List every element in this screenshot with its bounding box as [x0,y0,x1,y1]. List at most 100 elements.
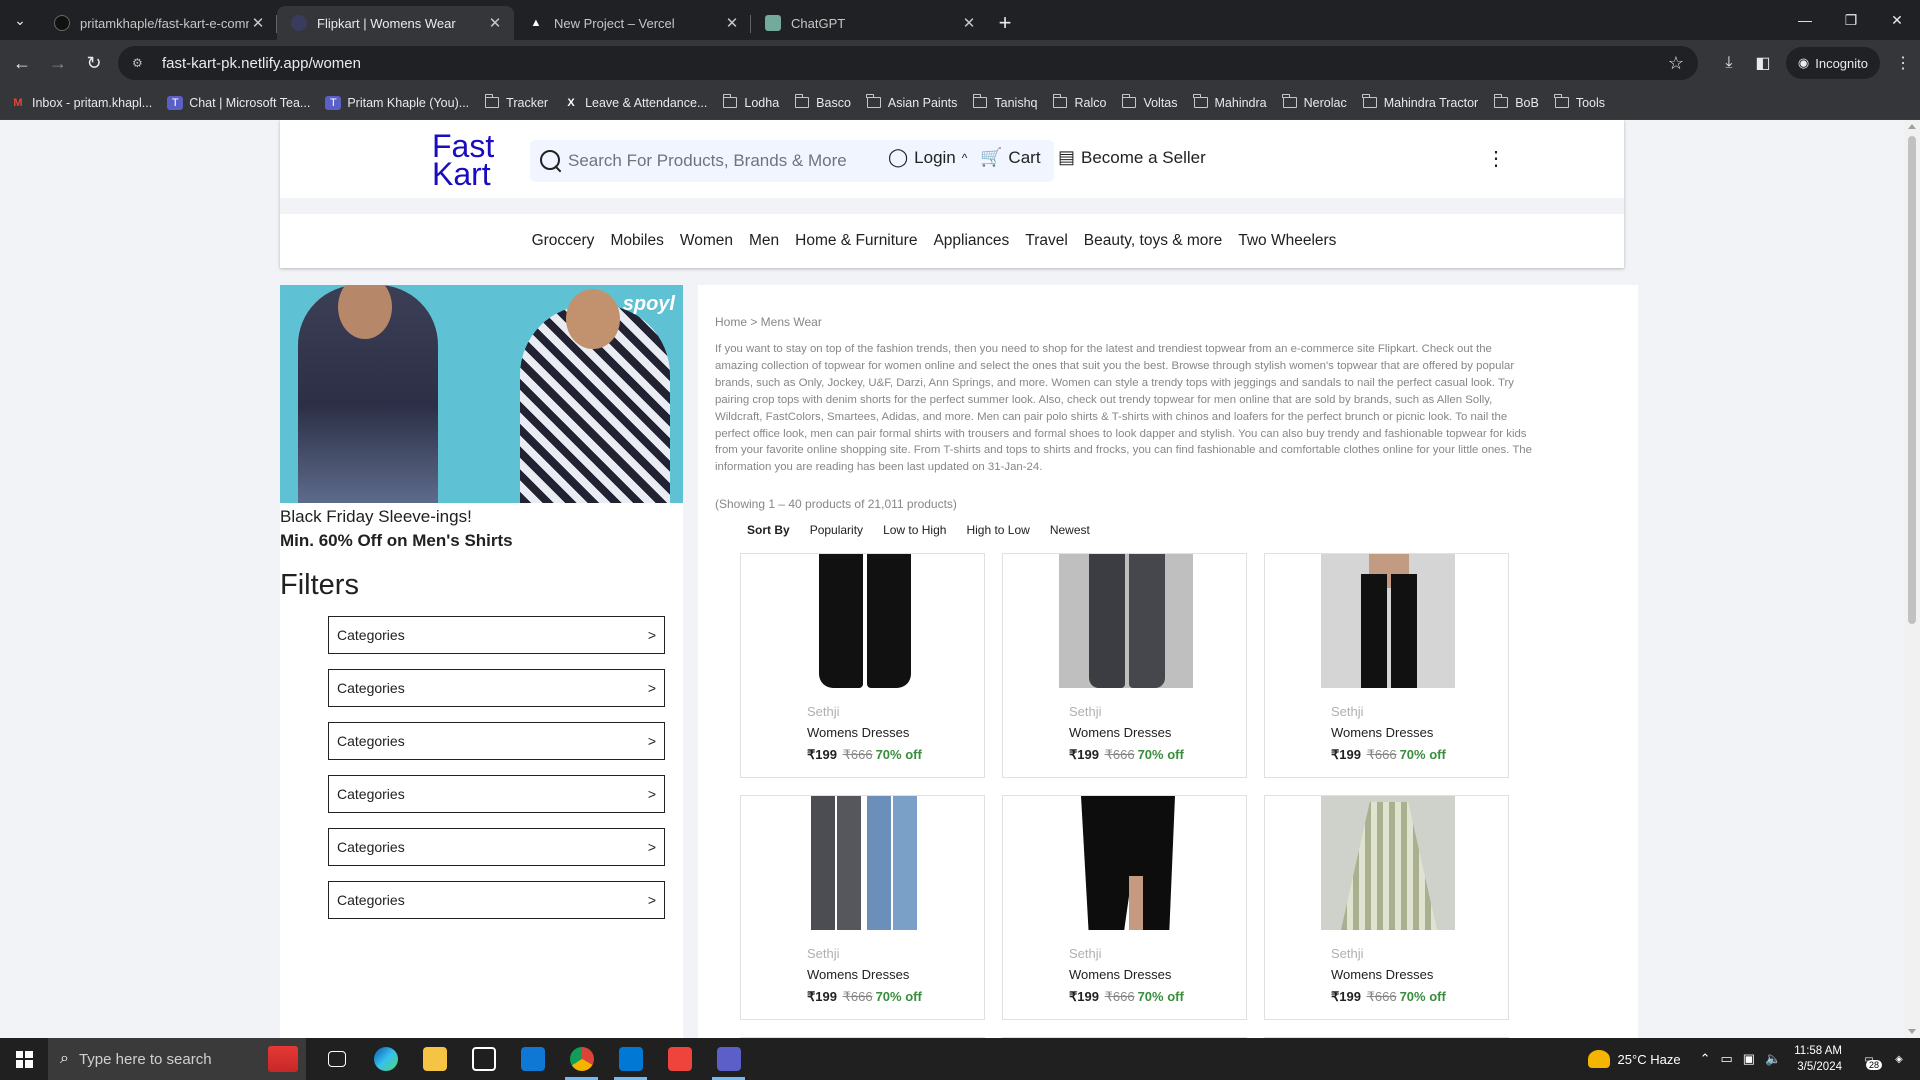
side-panel-icon[interactable]: ◧ [1746,46,1780,80]
search-box[interactable] [530,140,1054,182]
fastkart-logo[interactable]: Fast Kart [432,130,502,190]
bookmark-star-icon[interactable]: ☆ [1668,53,1684,74]
taskbar-vscode[interactable] [606,1038,655,1080]
product-name[interactable]: Womens Dresses [1069,725,1171,740]
product-card[interactable]: Sethji Womens Dresses ₹199 ₹666 70% off [1002,553,1247,778]
filter-categories-button[interactable]: Categories > [328,669,665,707]
product-card[interactable]: Sethji Womens Dresses ₹199 ₹666 70% off [740,795,985,1020]
bookmark-item[interactable]: Lodha [722,94,779,110]
close-tab-icon[interactable]: ✕ [486,14,504,32]
page-scrollbar[interactable] [1904,120,1920,1038]
product-card[interactable]: Sethji Womens Dresses ₹199 ₹666 70% off [740,553,985,778]
nav-category[interactable]: Two Wheelers [1238,232,1336,250]
breadcrumb[interactable]: Home > Mens Wear [715,315,822,329]
taskbar-mail[interactable] [508,1038,557,1080]
product-image[interactable] [1321,554,1455,688]
nav-category[interactable]: Mobiles [610,232,663,250]
filter-categories-button[interactable]: Categories > [328,828,665,866]
sort-popularity[interactable]: Popularity [810,523,863,537]
nav-category[interactable]: Home & Furniture [795,232,917,250]
bookmark-item[interactable]: X Leave & Attendance... [563,96,707,110]
promo-banner[interactable]: spoyl [280,285,683,503]
product-card[interactable]: Sethji Womens Dresses ₹199 ₹666 70% off [1264,553,1509,778]
sort-newest[interactable]: Newest [1050,523,1090,537]
cart-button[interactable]: 🛒 Cart [980,147,1041,168]
nav-category[interactable]: Beauty, toys & more [1084,232,1222,250]
product-name[interactable]: Womens Dresses [1069,967,1171,982]
bookmark-item[interactable]: Basco [794,94,851,110]
product-image[interactable] [797,554,931,688]
tab-flipkart[interactable]: Flipkart | Womens Wear ✕ [277,6,514,40]
download-icon[interactable]: ⤓ [1712,46,1746,80]
site-info-icon[interactable]: ⚙ [132,56,154,70]
bookmark-item[interactable]: BoB [1493,94,1539,110]
nav-category[interactable]: Men [749,232,779,250]
nav-category[interactable]: Groccery [532,232,595,250]
chevron-up-icon[interactable]: ⌃ [1700,1051,1711,1067]
bookmark-item[interactable]: T Pritam Khaple (You)... [325,95,469,110]
become-seller-button[interactable]: ▤ Become a Seller [1058,147,1206,168]
tab-chatgpt[interactable]: ChatGPT ✕ [751,6,988,40]
taskbar-teams[interactable] [704,1038,753,1080]
taskbar-edge[interactable] [361,1038,410,1080]
product-image[interactable] [1059,796,1193,930]
taskbar-store[interactable] [459,1038,508,1080]
bookmark-item[interactable]: Tracker [484,94,548,110]
address-bar[interactable]: ⚙ fast-kart-pk.netlify.app/women ☆ [118,46,1698,80]
tab-github[interactable]: pritamkhaple/fast-kart-e-comm ✕ [40,6,277,40]
restore-icon[interactable]: ❐ [1828,0,1874,40]
bookmark-item[interactable]: Mahindra [1193,94,1267,110]
bookmark-item[interactable]: Asian Paints [866,94,957,110]
nav-category[interactable]: Travel [1025,232,1068,250]
filter-categories-button[interactable]: Categories > [328,722,665,760]
nav-category[interactable]: Women [680,232,733,250]
weather-widget[interactable]: 25°C Haze [1587,1050,1681,1068]
sort-low-to-high[interactable]: Low to High [883,523,946,537]
taskbar-search[interactable]: ⌕ Type here to search [48,1038,306,1080]
search-icon[interactable] [538,148,564,174]
task-view-button[interactable] [312,1038,361,1080]
url-text[interactable]: fast-kart-pk.netlify.app/women [162,55,1668,72]
tab-vercel[interactable]: ▲ New Project – Vercel ✕ [514,6,751,40]
minimize-icon[interactable]: — [1782,0,1828,40]
close-window-icon[interactable]: ✕ [1874,0,1920,40]
taskbar-chrome[interactable] [557,1038,606,1080]
bookmark-item[interactable]: Ralco [1052,94,1106,110]
taskbar-explorer[interactable] [410,1038,459,1080]
more-options-icon[interactable]: ⋮ [1486,146,1506,171]
taskbar-anydesk[interactable] [655,1038,704,1080]
notification-center[interactable]: ▭ 28 [1854,1044,1884,1074]
reload-icon[interactable]: ↻ [76,45,112,81]
product-name[interactable]: Womens Dresses [1331,967,1433,982]
product-name[interactable]: Womens Dresses [807,967,909,982]
forward-icon[interactable]: → [40,45,76,81]
login-button[interactable]: ◯ Login ^ [888,147,967,168]
start-button[interactable] [0,1038,48,1080]
browser-menu-icon[interactable]: ⋮ [1886,46,1920,80]
product-name[interactable]: Womens Dresses [807,725,909,740]
incognito-badge[interactable]: ◉ Incognito [1785,47,1880,79]
bookmark-item[interactable]: Tanishq [972,94,1037,110]
filter-categories-button[interactable]: Categories > [328,616,665,654]
scrollbar-thumb[interactable] [1908,136,1916,624]
close-tab-icon[interactable]: ✕ [960,14,978,32]
meet-icon[interactable]: ▭ [1720,1051,1732,1067]
copilot-icon[interactable]: ◈ [1884,1044,1914,1074]
filter-categories-button[interactable]: Categories > [328,775,665,813]
close-tab-icon[interactable]: ✕ [249,14,267,32]
clock[interactable]: 11:58 AM 3/5/2024 [1794,1043,1842,1075]
close-tab-icon[interactable]: ✕ [723,14,741,32]
bookmark-item[interactable]: Nerolac [1282,94,1347,110]
bookmark-item[interactable]: T Chat | Microsoft Tea... [167,95,310,110]
new-tab-button[interactable]: + [988,6,1022,40]
product-image[interactable] [1059,554,1193,688]
nav-category[interactable]: Appliances [933,232,1009,250]
product-card[interactable]: Sethji Womens Dresses ₹199 ₹666 70% off [1264,795,1509,1020]
tab-search-button[interactable]: ⌄ [0,0,40,40]
sort-high-to-low[interactable]: High to Low [966,523,1029,537]
back-icon[interactable]: ← [4,45,40,81]
product-image[interactable] [1321,796,1455,930]
product-name[interactable]: Womens Dresses [1331,725,1433,740]
bookmark-item[interactable]: Mahindra Tractor [1362,94,1478,110]
bookmark-item[interactable]: Tools [1554,94,1605,110]
